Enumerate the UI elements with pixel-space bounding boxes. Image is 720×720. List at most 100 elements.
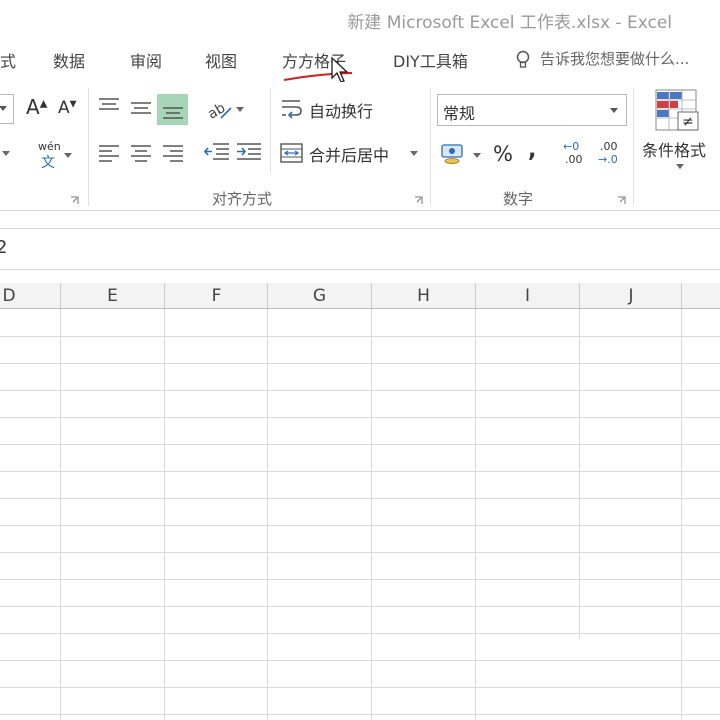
merge-center-button[interactable]: 合并后居中 [280,140,420,168]
align-right-icon[interactable] [162,144,184,162]
group-label-alignment: 对齐方式 [212,190,273,208]
chevron-down-icon [473,153,481,158]
column-header-i[interactable]: I [475,283,579,308]
grid-line [475,309,476,720]
grid-line [0,417,720,418]
chevron-down-icon [610,108,618,113]
column-header-f[interactable]: F [164,283,268,308]
chevron-down-icon [676,164,684,169]
align-top-icon[interactable] [98,97,120,115]
column-header-h[interactable]: H [371,283,475,308]
group-separator [430,88,431,206]
cell-grid[interactable] [0,309,720,720]
tell-me-search[interactable]: 告诉我您想要做什么... [540,48,689,69]
tab-review[interactable]: 审阅 [130,48,162,72]
grid-line [0,498,720,499]
align-middle-icon[interactable] [130,99,152,117]
grid-line [0,714,720,715]
shrink-font-button[interactable]: A▼ [58,98,77,118]
decrease-decimal-bottom: →.0 [598,153,618,166]
conditional-format-label: 条件格式 [642,141,707,160]
column-header-e[interactable]: E [60,283,164,308]
decrease-decimal-button[interactable]: .00 →.0 [598,140,628,170]
grid-line [267,309,268,720]
grid-line [0,444,720,445]
phonetic-guide-button[interactable]: wén 文 [36,138,72,174]
column-header-g[interactable]: G [267,283,371,308]
increase-decimal-button[interactable]: ←0 .00 [563,140,593,170]
tab-data[interactable]: 数据 [53,48,85,72]
ribbon: A▲ A▼ wén 文 ab 自动换行 合并后居中 对齐方式 常规 % , ←0… [0,82,720,211]
align-left-icon[interactable] [98,144,120,162]
shrink-font-label: A [58,98,70,118]
grid-line [60,309,61,720]
grid-line [681,309,682,720]
tab-formulas[interactable]: 式 [0,48,16,72]
grid-line [371,309,372,720]
number-format-combo[interactable]: 常规 [437,94,627,126]
svg-text:ab: ab [205,100,228,122]
ribbon-tabs: 式 数据 审阅 视图 方方格子 DIY工具箱 告诉我您想要做什么... [0,36,720,83]
grid-line [0,633,720,634]
phonetic-bottom: 文 [41,155,55,171]
grow-font-label: A [26,95,40,119]
grid-line [0,471,720,472]
column-divider [681,283,682,308]
decrease-decimal-top: .00 [600,140,618,153]
wrap-text-label: 自动换行 [309,102,374,121]
number-format-value: 常规 [443,104,476,123]
increase-decimal-bottom: .00 [565,153,583,166]
chevron-down-icon [0,106,7,111]
grid-line [164,309,165,720]
conditional-formatting-button[interactable]: ≠ 条件格式 [640,88,718,178]
grid-line [0,336,720,337]
name-box[interactable]: 2 [0,237,7,258]
grid-line [0,687,720,688]
chevron-down-icon [64,153,72,158]
chevron-down-icon [410,151,418,156]
group-label-number: 数字 [503,190,534,208]
grid-line [0,363,720,364]
text-orientation-icon: ab [205,100,232,122]
svg-text:≠: ≠ [682,114,694,130]
column-header-d[interactable]: D [0,283,60,308]
chevron-down-icon[interactable] [2,151,10,157]
grid-line [0,660,720,661]
group-separator [633,88,634,206]
grid-line [0,579,720,580]
column-header-j[interactable]: J [579,283,682,308]
align-center-icon[interactable] [130,144,152,162]
formula-bar[interactable]: 2 [0,228,720,270]
font-size-combo[interactable] [0,94,14,124]
decrease-indent-icon[interactable] [204,142,230,164]
grid-line [0,606,720,607]
grow-font-button[interactable]: A▲ [26,95,47,119]
wrap-text-icon [282,100,302,119]
title-bar: 新建 Microsoft Excel 工作表.xlsx - Excel [0,0,720,36]
orientation-button[interactable]: ab [203,94,247,124]
grid-line [0,390,720,391]
window-title: 新建 Microsoft Excel 工作表.xlsx - Excel [347,13,672,33]
dialog-launcher-icon[interactable] [70,196,79,205]
conditional-format-icon: ≠ [655,89,699,131]
dialog-launcher-icon[interactable] [617,196,626,205]
cursor-icon [331,56,349,83]
grid-line [0,552,720,553]
tab-diy-toolbox[interactable]: DIY工具箱 [393,48,468,72]
dialog-launcher-icon[interactable] [414,196,423,205]
merge-center-label: 合并后居中 [309,146,390,165]
accounting-format-button[interactable] [440,140,484,170]
group-separator [88,88,89,206]
group-separator [270,88,271,174]
column-header-row: D E F G H I J [0,283,720,309]
percent-style-button[interactable]: % [493,142,513,166]
increase-decimal-top: ←0 [563,140,580,153]
comma-style-button[interactable]: , [528,138,536,163]
grid-line [0,525,720,526]
increase-indent-icon[interactable] [236,142,262,164]
align-bottom-button[interactable] [157,94,188,125]
tab-view[interactable]: 视图 [205,48,237,72]
merge-center-icon [280,143,303,163]
currency-icon [441,144,463,164]
chevron-down-icon [236,107,244,112]
